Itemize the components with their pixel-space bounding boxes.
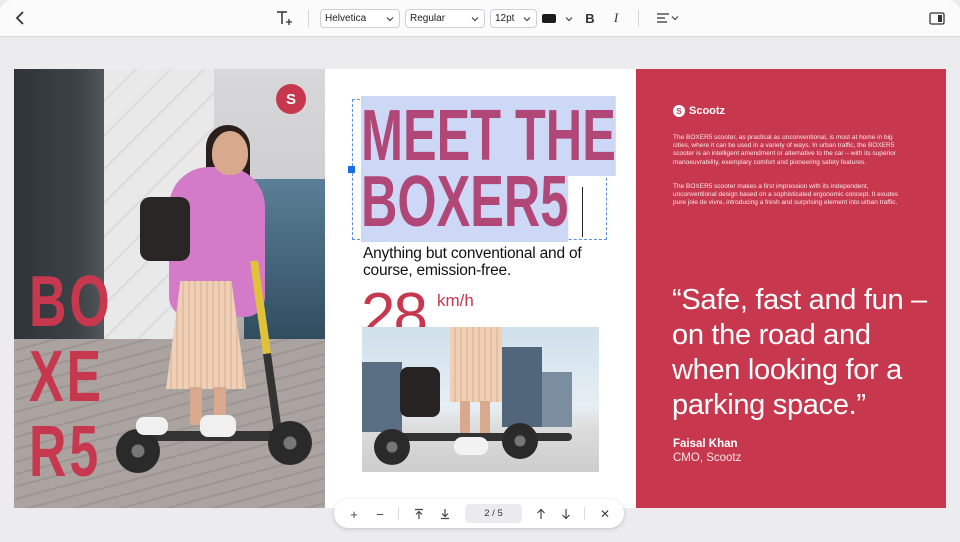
font-family-select[interactable]: Helvetica [320, 9, 400, 28]
scooter-photo[interactable] [362, 327, 599, 472]
font-size-select[interactable]: 12pt [490, 9, 537, 28]
body-paragraph-2[interactable]: The BOXER5 scooter makes a first impress… [673, 183, 909, 208]
toolbar: Helvetica Regular 12pt B I [0, 0, 960, 37]
chevron-down-icon [471, 16, 479, 21]
toolbar-divider [638, 10, 639, 27]
toolbar-divider [308, 10, 309, 27]
app-window: Helvetica Regular 12pt B I S BO XE R5 ME… [0, 0, 960, 542]
chevron-down-icon [565, 16, 573, 21]
pager-divider [584, 507, 585, 520]
chevron-down-icon [523, 16, 531, 21]
last-page-button[interactable] [437, 506, 453, 522]
zoom-in-button[interactable]: + [346, 506, 362, 522]
brand-name: Scootz [689, 105, 726, 117]
page-left[interactable]: S BO XE R5 [14, 69, 325, 508]
speed-unit[interactable]: km/h [437, 291, 474, 311]
subhead[interactable]: Anything but conventional and of course,… [363, 245, 603, 279]
chevron-down-icon [671, 16, 679, 21]
quote-author-role[interactable]: CMO, Scootz [673, 452, 741, 464]
next-page-button[interactable] [558, 506, 574, 522]
sidebar-toggle-button[interactable] [928, 8, 946, 28]
page-indicator[interactable]: 2 / 5 [465, 504, 522, 523]
italic-button[interactable]: I [608, 8, 624, 28]
headline-line-2: BOXER5 [361, 162, 569, 242]
vertical-title-line: XE [29, 337, 104, 417]
brand-header: S Scootz [673, 105, 725, 117]
zoom-out-button[interactable]: − [372, 506, 388, 522]
brand-logo-icon: S [673, 105, 685, 117]
vertical-title-line: BO [29, 262, 113, 342]
arrow-down-icon [562, 509, 570, 520]
chevron-left-icon [15, 11, 24, 25]
vertical-title: BO XE R5 [29, 262, 113, 492]
font-size-value: 12pt [495, 13, 515, 24]
body-paragraph-1[interactable]: The BOXER5 scooter, as practical as unco… [673, 134, 909, 167]
pager-divider [398, 507, 399, 520]
resize-handle-left[interactable] [348, 166, 355, 173]
page-right[interactable]: S Scootz The BOXER5 scooter, as practica… [636, 69, 946, 508]
pull-quote[interactable]: “Safe, fast and fun – on the road and wh… [672, 283, 932, 423]
font-family-value: Helvetica [325, 13, 367, 24]
bold-button[interactable]: B [582, 8, 598, 28]
font-weight-value: Regular [410, 13, 446, 24]
color-swatch [542, 14, 556, 23]
text-align-select[interactable] [655, 8, 681, 28]
text-color-select[interactable] [542, 9, 574, 28]
sidebar-toggle-icon [929, 11, 945, 25]
add-text-button[interactable] [274, 8, 296, 28]
headline[interactable]: MEET THE BOXER5 [361, 96, 616, 242]
headline-text-box[interactable]: MEET THE BOXER5 [348, 96, 616, 242]
arrow-to-bottom-icon [441, 509, 449, 520]
align-left-icon [657, 13, 669, 23]
first-page-button[interactable] [411, 506, 427, 522]
back-button[interactable] [10, 8, 30, 28]
quote-author-name[interactable]: Faisal Khan [673, 438, 738, 450]
brand-logo: S [276, 84, 306, 114]
chevron-down-icon [386, 16, 394, 21]
text-cursor [582, 187, 583, 237]
arrow-to-top-icon [415, 508, 423, 519]
arrow-up-icon [537, 508, 545, 519]
previous-page-button[interactable] [533, 506, 549, 522]
page-navigator: + − 2 / 5 ✕ [334, 499, 624, 528]
vertical-title-line: R5 [29, 412, 102, 492]
add-text-icon [277, 11, 292, 25]
close-navigator-button[interactable]: ✕ [597, 506, 613, 522]
page-middle[interactable]: MEET THE BOXER5 Anything but conventiona… [325, 69, 636, 508]
font-weight-select[interactable]: Regular [405, 9, 485, 28]
